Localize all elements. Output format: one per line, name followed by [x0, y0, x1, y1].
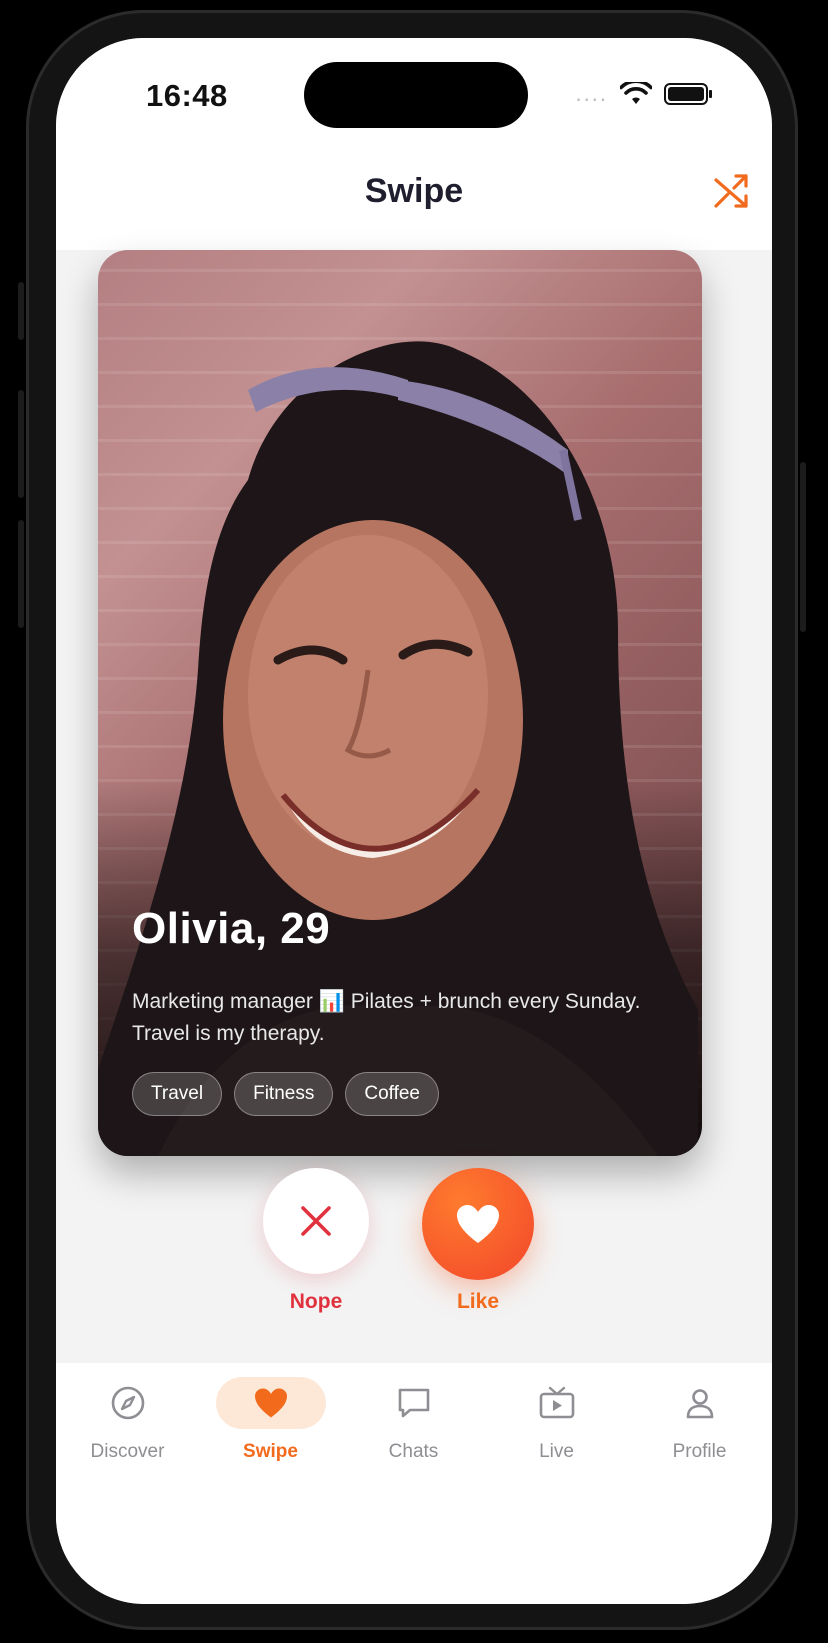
chat-bubble-icon	[398, 1388, 429, 1418]
like-circle[interactable]	[422, 1168, 534, 1280]
tab-profile[interactable]: Profile	[628, 1363, 771, 1483]
side-button-volume-up	[18, 390, 24, 498]
dynamic-island	[304, 62, 528, 128]
tab-label: Chats	[388, 1441, 439, 1462]
compass-icon	[111, 1386, 144, 1420]
like-button[interactable]: Like	[408, 1168, 548, 1314]
tab-live[interactable]: Live	[485, 1363, 628, 1483]
close-icon	[301, 1206, 331, 1236]
interest-tag: Fitness	[234, 1072, 334, 1116]
tab-chats[interactable]: Chats	[342, 1363, 485, 1483]
signal-dots: ....	[575, 81, 608, 106]
tab-label: Profile	[672, 1441, 727, 1462]
user-icon	[686, 1389, 713, 1419]
battery-icon	[664, 83, 712, 105]
tab-label: Swipe	[243, 1441, 298, 1462]
app-header: Swipe	[56, 150, 772, 250]
profile-bio: Marketing manager 📊 Pilates + brunch eve…	[132, 990, 641, 1045]
card-info: Olivia, 29 Marketing manager 📊 Pilates +…	[132, 904, 668, 1116]
tv-play-icon	[539, 1386, 574, 1419]
swipe-actions: Nope Like	[56, 1168, 772, 1348]
tab-label: Discover	[90, 1441, 165, 1462]
shuffle-icon[interactable]	[712, 172, 752, 212]
profile-name-age: Olivia, 29	[132, 904, 331, 953]
side-button-volume-down	[18, 520, 24, 628]
interest-tags: Travel Fitness Coffee	[132, 1072, 668, 1116]
wifi-icon	[620, 82, 652, 104]
side-button-silent	[18, 282, 24, 340]
nope-label: Nope	[289, 1290, 343, 1313]
heart-icon	[254, 1388, 287, 1418]
phone-screen: 16:48 .... Swipe Olivia, 29 Marketing ma…	[56, 38, 772, 1604]
status-time: 16:48	[146, 78, 228, 113]
tab-label: Live	[539, 1441, 574, 1462]
interest-tag: Travel	[132, 1072, 223, 1116]
heart-icon	[457, 1205, 499, 1243]
tab-swipe[interactable]: Swipe	[199, 1363, 342, 1483]
status-icons: ....	[575, 81, 712, 106]
nope-button[interactable]: Nope	[246, 1168, 386, 1314]
profile-card[interactable]: Olivia, 29 Marketing manager 📊 Pilates +…	[98, 250, 702, 1156]
nope-circle[interactable]	[263, 1168, 369, 1274]
bottom-tab-bar: Discover Swipe Chats Live Profile	[56, 1363, 772, 1604]
interest-tag: Coffee	[345, 1072, 439, 1116]
like-label: Like	[456, 1290, 500, 1313]
side-button-power	[800, 462, 806, 632]
page-title: Swipe	[364, 172, 464, 210]
tab-discover[interactable]: Discover	[56, 1363, 199, 1483]
